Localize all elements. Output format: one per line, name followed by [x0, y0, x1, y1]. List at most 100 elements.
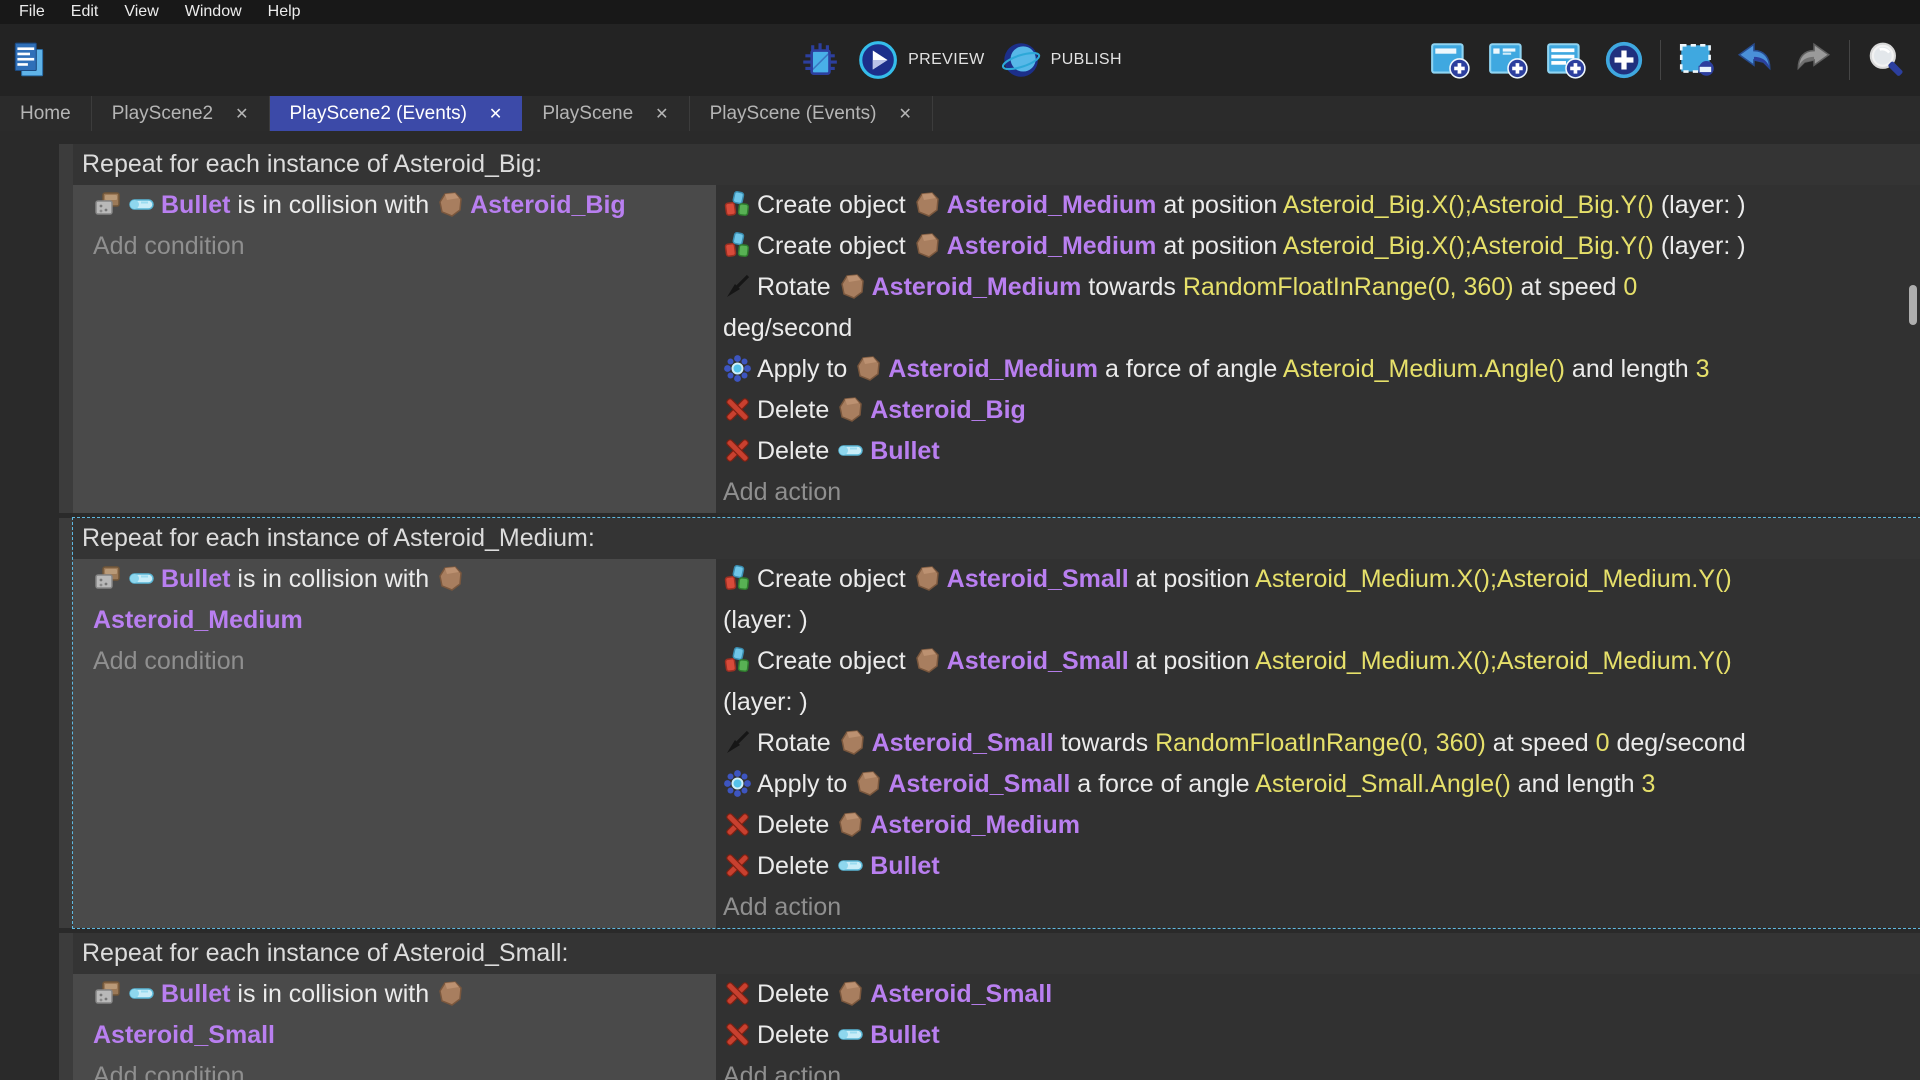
expression: Asteroid_Medium.X();Asteroid_Medium.Y() — [1255, 647, 1732, 675]
close-icon[interactable]: ✕ — [898, 104, 911, 124]
tab-playscene2[interactable]: PlayScene2✕ — [92, 96, 270, 131]
action-row[interactable]: Rotate Asteroid_Medium towards RandomFlo… — [723, 267, 1920, 349]
add-action-button[interactable]: Add action — [723, 1056, 1920, 1080]
create-object-icon — [723, 190, 752, 219]
condition-row[interactable]: Bullet is in collision with Asteroid_Big — [93, 185, 716, 226]
event-drag-handle[interactable] — [59, 933, 73, 1080]
action-row[interactable]: Delete Bullet — [723, 431, 1920, 472]
asteroid-icon — [854, 769, 883, 798]
menu-file[interactable]: File — [6, 0, 58, 24]
asteroid-icon — [913, 231, 942, 260]
action-row[interactable]: Apply to Asteroid_Medium a force of angl… — [723, 349, 1920, 390]
instruction-text: is in collision with — [230, 191, 436, 219]
actions-panel: Create object Asteroid_Small at position… — [716, 559, 1920, 928]
expression: 0 — [1623, 273, 1637, 301]
close-icon[interactable]: ✕ — [489, 104, 502, 124]
instruction-line: Bullet is in collision with — [93, 974, 716, 1015]
redo-icon[interactable] — [1791, 38, 1835, 82]
publish-label: PUBLISH — [1051, 51, 1122, 69]
object-name: Bullet — [161, 565, 230, 593]
publish-button[interactable]: PUBLISH — [999, 38, 1122, 82]
debug-icon[interactable] — [798, 38, 842, 82]
event-header[interactable]: Repeat for each instance of Asteroid_Sma… — [73, 933, 1920, 974]
action-row[interactable]: Delete Asteroid_Small — [723, 974, 1920, 1015]
instruction-line: Asteroid_Medium — [93, 600, 716, 641]
tab-label: PlayScene (Events) — [710, 103, 877, 125]
event-drag-handle[interactable] — [59, 518, 73, 928]
collision-icon — [93, 190, 122, 219]
instruction-text: Rotate — [757, 729, 838, 757]
selection-icon[interactable] — [1675, 38, 1719, 82]
menu-window[interactable]: Window — [172, 0, 255, 24]
tab-playscene2-events-[interactable]: PlayScene2 (Events)✕ — [270, 96, 523, 131]
preview-button[interactable]: PREVIEW — [856, 38, 985, 82]
instruction-text: Delete — [757, 852, 836, 880]
menu-edit[interactable]: Edit — [58, 0, 112, 24]
add-condition-button[interactable]: Add condition — [93, 226, 716, 267]
add-comment-icon[interactable] — [1544, 38, 1588, 82]
add-condition-button[interactable]: Add condition — [93, 641, 716, 682]
tab-label: Home — [20, 103, 71, 125]
instruction-line: Rotate Asteroid_Small towards RandomFloa… — [723, 723, 1920, 764]
event-content: Bullet is in collision with Asteroid_Sma… — [73, 974, 1920, 1080]
toolbar-left — [8, 38, 52, 82]
instruction-line: Delete Asteroid_Medium — [723, 805, 1920, 846]
event-drag-handle[interactable] — [59, 144, 73, 513]
object-name: Bullet — [870, 437, 939, 465]
event-header[interactable]: Repeat for each instance of Asteroid_Med… — [73, 518, 1920, 559]
instruction-line: Create object Asteroid_Small at position… — [723, 641, 1920, 682]
menu-view[interactable]: View — [111, 0, 171, 24]
tab-playscene[interactable]: PlayScene✕ — [522, 96, 689, 131]
condition-row[interactable]: Bullet is in collision with Asteroid_Sma… — [93, 974, 716, 1056]
instruction-text: and length — [1511, 770, 1642, 798]
close-icon[interactable]: ✕ — [655, 104, 668, 124]
expression: 0 — [1596, 729, 1610, 757]
event-main: Repeat for each instance of Asteroid_Sma… — [73, 933, 1920, 1080]
instruction-text: Delete — [757, 980, 836, 1008]
action-row[interactable]: Delete Bullet — [723, 1015, 1920, 1056]
instruction-text: and length — [1565, 355, 1696, 383]
action-row[interactable]: Create object Asteroid_Small at position… — [723, 559, 1920, 641]
add-circle-icon[interactable] — [1602, 38, 1646, 82]
asteroid-icon — [836, 810, 865, 839]
tab-playscene-events-[interactable]: PlayScene (Events) ✕ — [690, 96, 933, 131]
condition-row[interactable]: Bullet is in collision with Asteroid_Med… — [93, 559, 716, 641]
action-row[interactable]: Rotate Asteroid_Small towards RandomFloa… — [723, 723, 1920, 764]
event-header[interactable]: Repeat for each instance of Asteroid_Big… — [73, 144, 1920, 185]
add-event-icon[interactable] — [1428, 38, 1472, 82]
instruction-line: Create object Asteroid_Small at position… — [723, 559, 1920, 600]
undo-icon[interactable] — [1733, 38, 1777, 82]
add-action-button[interactable]: Add action — [723, 887, 1920, 928]
conditions-panel: Bullet is in collision with Asteroid_Big… — [73, 185, 716, 513]
actions-panel: Delete Asteroid_SmallDelete BulletAdd ac… — [716, 974, 1920, 1080]
instruction-line: Create object Asteroid_Medium at positio… — [723, 226, 1920, 267]
instruction-text: at position — [1156, 232, 1282, 260]
menu-help[interactable]: Help — [255, 0, 314, 24]
tab-home[interactable]: Home — [0, 96, 92, 131]
action-row[interactable]: Create object Asteroid_Medium at positio… — [723, 185, 1920, 226]
action-row[interactable]: Delete Asteroid_Medium — [723, 805, 1920, 846]
action-row[interactable]: Create object Asteroid_Medium at positio… — [723, 226, 1920, 267]
asteroid-icon — [836, 395, 865, 424]
action-row[interactable]: Delete Asteroid_Big — [723, 390, 1920, 431]
add-action-button[interactable]: Add action — [723, 472, 1920, 513]
action-row[interactable]: Apply to Asteroid_Small a force of angle… — [723, 764, 1920, 805]
asteroid-icon — [436, 979, 465, 1008]
instruction-line: Asteroid_Small — [93, 1015, 716, 1056]
object-name: Asteroid_Big — [470, 191, 626, 219]
add-subevent-icon[interactable] — [1486, 38, 1530, 82]
instruction-text: Apply to — [757, 770, 854, 798]
delete-icon — [723, 1020, 752, 1049]
instruction-text: is in collision with — [230, 565, 436, 593]
close-icon[interactable]: ✕ — [235, 104, 248, 124]
scrollbar-thumb[interactable] — [1909, 285, 1917, 325]
add-condition-button[interactable]: Add condition — [93, 1056, 716, 1080]
instruction-line: Bullet is in collision with — [93, 559, 716, 600]
project-manager-icon[interactable] — [8, 38, 52, 82]
object-name: Asteroid_Small — [870, 980, 1052, 1008]
search-icon[interactable] — [1864, 38, 1908, 82]
action-row[interactable]: Delete Bullet — [723, 846, 1920, 887]
action-row[interactable]: Create object Asteroid_Small at position… — [723, 641, 1920, 723]
instruction-text: Delete — [757, 396, 836, 424]
instruction-text: deg/second — [723, 314, 852, 342]
